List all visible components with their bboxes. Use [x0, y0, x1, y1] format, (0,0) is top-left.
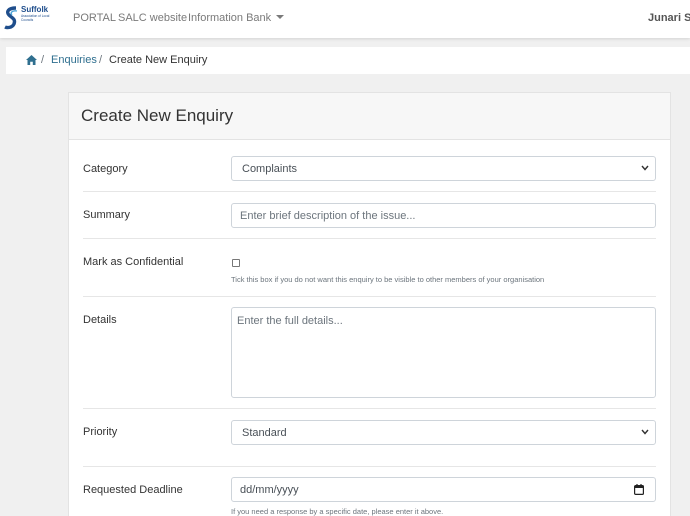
home-icon[interactable]: [26, 55, 37, 65]
breadcrumb-enquiries-link[interactable]: Enquiries: [51, 54, 97, 66]
deadline-label: Requested Deadline: [83, 484, 183, 496]
salc-logo[interactable]: Suffolk Association of Local Councils: [4, 4, 52, 32]
breadcrumb-current: Create New Enquiry: [109, 54, 208, 66]
details-placeholder: Enter the full details...: [237, 315, 343, 327]
row-divider: [83, 191, 656, 192]
logo-subtitle: Association of Local Councils: [21, 14, 50, 22]
breadcrumb-separator: /: [99, 54, 103, 66]
nav-link-portal[interactable]: PORTAL: [73, 12, 116, 24]
nav-link-salc-website[interactable]: SALC website: [118, 12, 187, 24]
details-textarea[interactable]: Enter the full details...: [231, 307, 656, 398]
deadline-help-text: If you need a response by a specific dat…: [231, 507, 444, 516]
deadline-date-value: dd/mm/yyyy: [240, 484, 299, 496]
logo-name: Suffolk: [21, 5, 49, 14]
summary-label: Summary: [83, 209, 131, 221]
top-navbar: Suffolk Association of Local Councils PO…: [0, 0, 690, 38]
row-divider: [83, 296, 656, 297]
card-header: Create New Enquiry: [69, 93, 670, 140]
row-divider: [83, 466, 656, 467]
breadcrumb: / Enquiries / Create New Enquiry: [6, 47, 690, 74]
priority-select[interactable]: Standard: [231, 420, 656, 445]
priority-selected-value: Standard: [242, 427, 287, 439]
summary-placeholder: Enter brief description of the issue...: [240, 210, 416, 222]
confidential-help-text: Tick this box if you do not want this en…: [231, 275, 545, 284]
page-title: Create New Enquiry: [81, 106, 234, 125]
confidential-label: Mark as Confidential: [83, 256, 184, 268]
details-label: Details: [83, 314, 117, 326]
logo-mark-icon: [4, 6, 18, 30]
caret-down-icon: [276, 15, 285, 20]
summary-input[interactable]: Enter brief description of the issue...: [231, 203, 656, 228]
row-divider: [83, 238, 656, 239]
deadline-date-input[interactable]: dd/mm/yyyy: [231, 477, 656, 502]
chevron-down-icon: [641, 165, 649, 171]
chevron-down-icon: [641, 429, 649, 435]
nav-dropdown-label: Information Bank: [188, 12, 272, 24]
user-menu[interactable]: Junari Su: [648, 12, 690, 24]
category-select[interactable]: Complaints: [231, 156, 656, 181]
breadcrumb-separator: /: [41, 54, 45, 66]
calendar-icon[interactable]: [634, 484, 644, 495]
enquiry-form-card: Create New Enquiry Category Complaints S…: [68, 92, 671, 516]
category-label: Category: [83, 163, 128, 175]
confidential-checkbox[interactable]: [232, 259, 240, 267]
nav-dropdown-information-bank[interactable]: Information Bank: [188, 12, 285, 24]
row-divider: [83, 408, 656, 409]
priority-label: Priority: [83, 426, 118, 438]
category-selected-value: Complaints: [242, 163, 298, 175]
